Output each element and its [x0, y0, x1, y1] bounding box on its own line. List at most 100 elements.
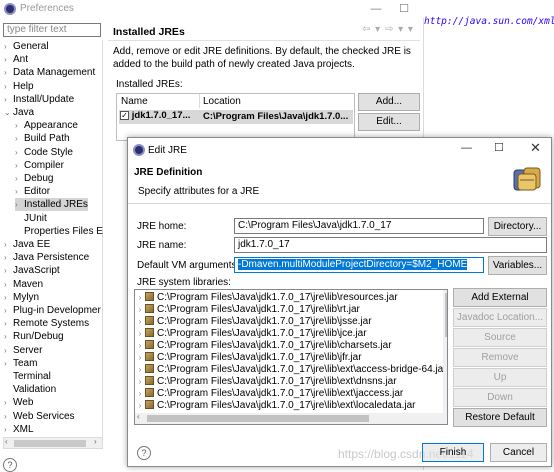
- remove-button[interactable]: Remove: [453, 348, 547, 367]
- chevron-right-icon[interactable]: ›: [4, 291, 13, 304]
- tree-item[interactable]: Properties Files E: [15, 225, 103, 238]
- chevron-right-icon[interactable]: ›: [4, 357, 13, 370]
- chevron-right-icon[interactable]: ›: [4, 344, 13, 357]
- chevron-right-icon[interactable]: ›: [4, 53, 13, 66]
- chevron-right-icon[interactable]: ›: [135, 364, 145, 376]
- list-item[interactable]: › C:\Program Files\Java\jdk1.7.0_17\jre\l…: [135, 352, 362, 364]
- chevron-right-icon[interactable]: ›: [4, 396, 13, 409]
- maximize-button[interactable]: ☐: [394, 1, 414, 17]
- scroll-right-icon[interactable]: ›: [94, 437, 97, 446]
- chevron-right-icon[interactable]: ›: [15, 119, 24, 132]
- close-icon[interactable]: ✕: [530, 140, 541, 156]
- chevron-right-icon[interactable]: ›: [135, 352, 145, 364]
- list-item[interactable]: › C:\Program Files\Java\jdk1.7.0_17\jre\l…: [135, 364, 447, 376]
- chevron-right-icon[interactable]: ›: [4, 304, 13, 317]
- tree-item[interactable]: › Server: [4, 344, 42, 357]
- variables-button[interactable]: Variables...: [488, 256, 547, 275]
- chevron-right-icon[interactable]: ›: [135, 340, 145, 352]
- help-icon[interactable]: ?: [137, 446, 151, 460]
- tree-item[interactable]: › Web Services: [4, 410, 75, 423]
- tree-item[interactable]: › Remote Systems: [4, 317, 89, 330]
- chevron-right-icon[interactable]: ›: [135, 292, 145, 304]
- tree-item[interactable]: › Compiler: [15, 159, 64, 172]
- chevron-right-icon[interactable]: ›: [4, 410, 13, 423]
- minimize-button[interactable]: —: [461, 142, 472, 154]
- scroll-thumb[interactable]: [14, 440, 86, 447]
- finish-button[interactable]: Finish: [422, 443, 484, 462]
- tree-item[interactable]: › Install/Update: [4, 93, 74, 106]
- chevron-right-icon[interactable]: ›: [135, 388, 145, 400]
- chevron-right-icon[interactable]: ›: [15, 159, 24, 172]
- chevron-right-icon[interactable]: ›: [135, 316, 145, 328]
- edit-jre-button[interactable]: Edit...: [358, 113, 420, 131]
- tree-item[interactable]: › General: [4, 40, 49, 53]
- nav-arrows-icon[interactable]: ⇦ ▾ ⇨ ▾ ▾: [362, 24, 414, 35]
- table-row[interactable]: ✓ jdk1.7.0_17... C:\Program Files\Java\j…: [119, 110, 353, 124]
- list-item[interactable]: › C:\Program Files\Java\jdk1.7.0_17\jre\l…: [135, 376, 397, 388]
- javadoc-location-button[interactable]: Javadoc Location...: [453, 308, 547, 327]
- maximize-button[interactable]: ☐: [494, 141, 504, 154]
- chevron-right-icon[interactable]: ›: [4, 423, 13, 436]
- tree-item[interactable]: › Editor: [15, 185, 50, 198]
- tree-item[interactable]: › Web: [4, 396, 33, 409]
- minimize-button[interactable]: —: [366, 1, 386, 17]
- tree-item[interactable]: ⌄ Java: [4, 106, 34, 119]
- list-item[interactable]: › C:\Program Files\Java\jdk1.7.0_17\jre\l…: [135, 304, 360, 316]
- tree-item[interactable]: › Code Style: [15, 146, 73, 159]
- list-item[interactable]: › C:\Program Files\Java\jdk1.7.0_17\jre\l…: [135, 400, 415, 412]
- scroll-thumb[interactable]: [445, 293, 447, 337]
- tree-item[interactable]: › Help: [4, 80, 34, 93]
- tree-item[interactable]: JUnit: [15, 212, 47, 225]
- tree-item[interactable]: › Appearance: [15, 119, 78, 132]
- column-header-location[interactable]: Location: [203, 96, 241, 107]
- source-attachment-button[interactable]: Source Attachment...: [453, 328, 547, 360]
- scroll-left-icon[interactable]: ‹: [137, 412, 140, 421]
- add-external-jars-button[interactable]: Add External JARs...: [453, 288, 547, 320]
- chevron-right-icon[interactable]: ›: [135, 304, 145, 316]
- chevron-right-icon[interactable]: ›: [4, 40, 13, 53]
- chevron-right-icon[interactable]: ›: [15, 198, 24, 211]
- libraries-vertical-scrollbar[interactable]: [443, 290, 447, 413]
- column-header-name[interactable]: Name: [121, 96, 148, 107]
- filter-input[interactable]: type filter text: [3, 23, 101, 37]
- tree-item[interactable]: › Installed JREs: [15, 198, 88, 212]
- list-item[interactable]: › C:\Program Files\Java\jdk1.7.0_17\jre\l…: [135, 292, 398, 304]
- jre-home-field[interactable]: C:\Program Files\Java\jdk1.7.0_17: [234, 218, 484, 234]
- down-button[interactable]: Down: [453, 388, 547, 407]
- chevron-right-icon[interactable]: ›: [15, 146, 24, 159]
- tree-item[interactable]: › Java EE: [4, 238, 50, 251]
- tree-item[interactable]: › Debug: [15, 172, 53, 185]
- scroll-left-icon[interactable]: ‹: [5, 437, 8, 446]
- chevron-right-icon[interactable]: ›: [4, 264, 13, 277]
- chevron-right-icon[interactable]: ›: [135, 376, 145, 388]
- chevron-right-icon[interactable]: ›: [4, 66, 13, 79]
- tree-item[interactable]: › Plug-in Developmer: [4, 304, 101, 317]
- tree-item[interactable]: › Build Path: [15, 132, 70, 145]
- tree-item[interactable]: › JavaScript: [4, 264, 60, 277]
- add-jre-button[interactable]: Add...: [358, 93, 420, 111]
- tree-horizontal-scrollbar[interactable]: ‹ ›: [3, 437, 103, 449]
- chevron-down-icon[interactable]: ⌄: [4, 106, 13, 119]
- chevron-right-icon[interactable]: ›: [4, 330, 13, 343]
- tree-item[interactable]: › Ant: [4, 53, 28, 66]
- tree-item[interactable]: › XML: [4, 423, 34, 436]
- chevron-right-icon[interactable]: ›: [4, 317, 13, 330]
- chevron-right-icon[interactable]: ›: [4, 251, 13, 264]
- tree-item[interactable]: › Run/Debug: [4, 330, 64, 343]
- chevron-right-icon[interactable]: ›: [4, 238, 13, 251]
- tree-item[interactable]: › Team: [4, 357, 37, 370]
- chevron-right-icon[interactable]: ›: [135, 400, 145, 412]
- chevron-right-icon[interactable]: ›: [4, 278, 13, 291]
- cancel-button[interactable]: Cancel: [490, 443, 547, 462]
- tree-item[interactable]: › Maven: [4, 278, 43, 291]
- chevron-right-icon[interactable]: ›: [4, 80, 13, 93]
- restore-default-button[interactable]: Restore Default: [453, 408, 547, 427]
- list-item[interactable]: › C:\Program Files\Java\jdk1.7.0_17\jre\l…: [135, 340, 392, 352]
- jre-checkbox[interactable]: ✓: [120, 110, 129, 120]
- chevron-right-icon[interactable]: ›: [15, 172, 24, 185]
- chevron-right-icon[interactable]: ›: [135, 328, 145, 340]
- chevron-right-icon[interactable]: ›: [15, 185, 24, 198]
- up-button[interactable]: Up: [453, 368, 547, 387]
- tree-item[interactable]: › Mylyn: [4, 291, 39, 304]
- chevron-right-icon[interactable]: ›: [15, 132, 24, 145]
